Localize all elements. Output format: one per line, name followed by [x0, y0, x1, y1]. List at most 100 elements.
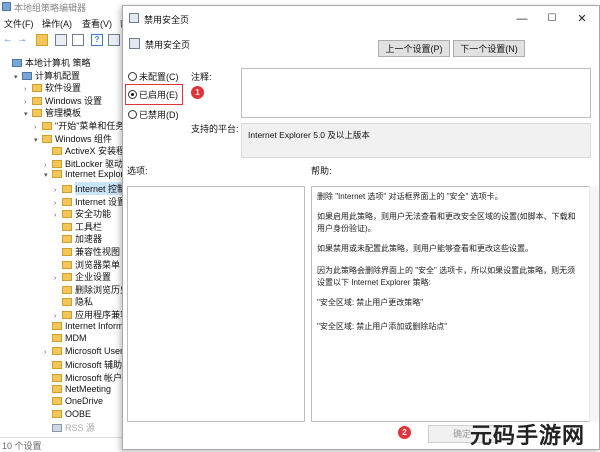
help-paragraph: "安全区域: 禁止用户更改策略" — [317, 298, 424, 307]
radio-not-configured-label: 未配置(C) — [139, 72, 179, 82]
close-icon[interactable]: ✕ — [567, 6, 597, 32]
tree-node[interactable]: 隐私 — [54, 295, 93, 307]
expand-arrow-icon[interactable]: › — [54, 200, 62, 207]
collapse-arrow-icon[interactable]: ▾ — [44, 171, 52, 179]
folder-icon — [62, 260, 72, 269]
tree-node[interactable]: › Windows 设置 — [24, 94, 102, 106]
properties-icon[interactable] — [108, 34, 120, 46]
folder-icon — [52, 374, 62, 382]
folder-icon — [62, 235, 72, 244]
tree-node[interactable]: › Internet 控制 — [54, 182, 127, 195]
tree-node[interactable]: › Internet 设置 — [54, 195, 126, 207]
tree-node-label: BitLocker 驱动器 — [65, 158, 128, 169]
help-paragraph: 如果启用此策略，则用户无法查看和更改安全区域的设置(如脚本、下载和用户身份验证)… — [317, 212, 576, 233]
tree-node[interactable]: › BitLocker 驱动器 — [44, 157, 128, 169]
supported-platform-box: Internet Explorer 5.0 及以上版本 — [241, 123, 591, 158]
previous-setting-button[interactable]: 上一个设置(P) — [378, 40, 450, 57]
next-setting-button[interactable]: 下一个设置(N) — [453, 40, 525, 57]
tree-node[interactable]: ▾ 计算机配置 — [14, 69, 80, 81]
bg-title-bar: 本地组策略编辑器 — [0, 0, 130, 13]
tree-node[interactable]: ActiveX 安装程序 — [44, 144, 128, 156]
expand-arrow-icon[interactable]: › — [54, 212, 62, 219]
tree-node[interactable]: Microsoft 帐户 — [44, 371, 122, 383]
folder-icon — [62, 248, 72, 256]
menu-view[interactable]: 查看(V) — [82, 17, 112, 30]
maximize-icon[interactable]: ☐ — [537, 6, 567, 32]
tree-node[interactable]: Microsoft 辅助 — [44, 358, 122, 370]
expand-arrow-icon[interactable]: › — [24, 86, 32, 93]
collapse-arrow-icon[interactable]: ▾ — [24, 110, 32, 118]
tree-node[interactable]: 兼容性视图 — [54, 245, 120, 257]
policy-setting-icon — [129, 38, 140, 49]
policy-setting-dialog: 禁用安全页 — ☐ ✕ 禁用安全页 上一个设置(P) 下一个设置(N) 未配置(… — [122, 5, 600, 450]
minimize-icon[interactable]: — — [507, 6, 537, 32]
folder-icon — [62, 285, 72, 294]
expand-arrow-icon[interactable]: › — [54, 187, 62, 194]
tree-node[interactable]: ▾ 管理模板 — [24, 106, 81, 118]
folder-icon — [52, 321, 62, 330]
up-folder-icon[interactable] — [36, 34, 48, 46]
tree-node-label: Internet Explorer — [65, 169, 128, 180]
expand-arrow-icon[interactable]: › — [24, 99, 32, 106]
options-panel — [127, 186, 305, 422]
step-badge-1: 1 — [191, 86, 204, 99]
folder-icon — [62, 273, 72, 282]
tree-node[interactable]: OOBE — [44, 409, 91, 421]
back-arrow-icon[interactable]: ← — [3, 34, 15, 46]
show-hide-tree-icon[interactable] — [55, 34, 67, 46]
tree-node-label: 兼容性视图 — [75, 247, 121, 257]
policy-setting-title: 禁用安全页 — [145, 40, 191, 50]
tree-node-label: 安全功能 — [75, 209, 112, 220]
radio-disabled[interactable]: 已禁用(D) — [128, 108, 179, 122]
tree-node[interactable]: › 企业设置 — [54, 270, 111, 282]
tree-node[interactable]: › 应用程序兼容 — [54, 308, 128, 320]
tree-node[interactable]: 浏览器菜单 — [54, 258, 120, 270]
export-list-icon[interactable] — [72, 34, 84, 46]
tree-node[interactable]: › 软件设置 — [24, 81, 81, 93]
collapse-arrow-icon[interactable]: ▾ — [14, 73, 22, 81]
help-scrollbar[interactable] — [589, 186, 599, 422]
tree-node[interactable]: › Microsoft User — [44, 346, 123, 358]
menu-file[interactable]: 文件(F) — [4, 17, 34, 30]
tree-node[interactable]: 工具栏 — [54, 220, 102, 232]
policy-tree: 本地计算机 策略 ▾ 计算机配置 › 软件设置 › Windows 设置 ▾ 管理模板 › "开始"… — [0, 50, 128, 435]
tree-node-label: OneDrive — [65, 396, 104, 407]
tree-node[interactable]: 加速器 — [54, 232, 102, 244]
forward-arrow-icon[interactable]: → — [17, 34, 29, 46]
tree-node[interactable]: 本地计算机 策略 — [4, 56, 91, 68]
tree-node[interactable]: NetMeeting — [44, 384, 111, 396]
expand-arrow-icon[interactable]: › — [54, 313, 62, 320]
folder-icon — [52, 361, 62, 370]
policy-title-icon — [129, 13, 139, 23]
expand-arrow-icon[interactable]: › — [44, 162, 52, 169]
step-badge-2: 2 — [398, 426, 411, 439]
expand-arrow-icon[interactable]: › — [54, 275, 62, 282]
tree-node[interactable]: MDM — [44, 333, 87, 345]
help-paragraph: 如果禁用或未配置此策略，则用户能够查看和更改这些设置。 — [317, 244, 533, 253]
tree-node[interactable]: ▾ Internet Explorer — [44, 169, 128, 181]
comment-label: 注释: — [191, 72, 212, 82]
collapse-arrow-icon[interactable]: ▾ — [34, 136, 42, 144]
tree-node[interactable]: Internet Information — [44, 321, 128, 333]
tree-node-label: Microsoft 帐户 — [65, 373, 123, 383]
folder-icon — [62, 298, 72, 307]
help-label: 帮助: — [311, 166, 332, 176]
tree-node[interactable]: › "开始"菜单和任务栏 — [34, 119, 128, 131]
tree-node[interactable]: RSS 源 — [44, 421, 95, 433]
tree-node[interactable]: ▾ Windows 组件 — [34, 132, 112, 144]
menu-action[interactable]: 操作(A) — [42, 17, 72, 30]
bg-status-bar: 10 个设置 — [0, 437, 130, 451]
tree-node-label: Internet Information — [65, 320, 128, 331]
tree-node[interactable]: OneDrive — [44, 396, 103, 408]
tree-node-label: 浏览器菜单 — [75, 259, 121, 270]
expand-arrow-icon[interactable]: › — [44, 349, 52, 356]
comment-textarea[interactable] — [241, 68, 591, 118]
tree-node[interactable]: › 安全功能 — [54, 207, 111, 219]
supported-platform-label: 支持的平台: — [191, 124, 239, 134]
radio-not-configured[interactable]: 未配置(C) — [128, 70, 179, 84]
status-setting-count: 10 个设置 — [2, 441, 42, 451]
help-icon[interactable]: ? — [91, 34, 103, 46]
expand-arrow-icon[interactable]: › — [34, 124, 42, 131]
folder-icon — [62, 210, 72, 219]
tree-node[interactable]: 删除浏览历史 — [54, 283, 128, 295]
